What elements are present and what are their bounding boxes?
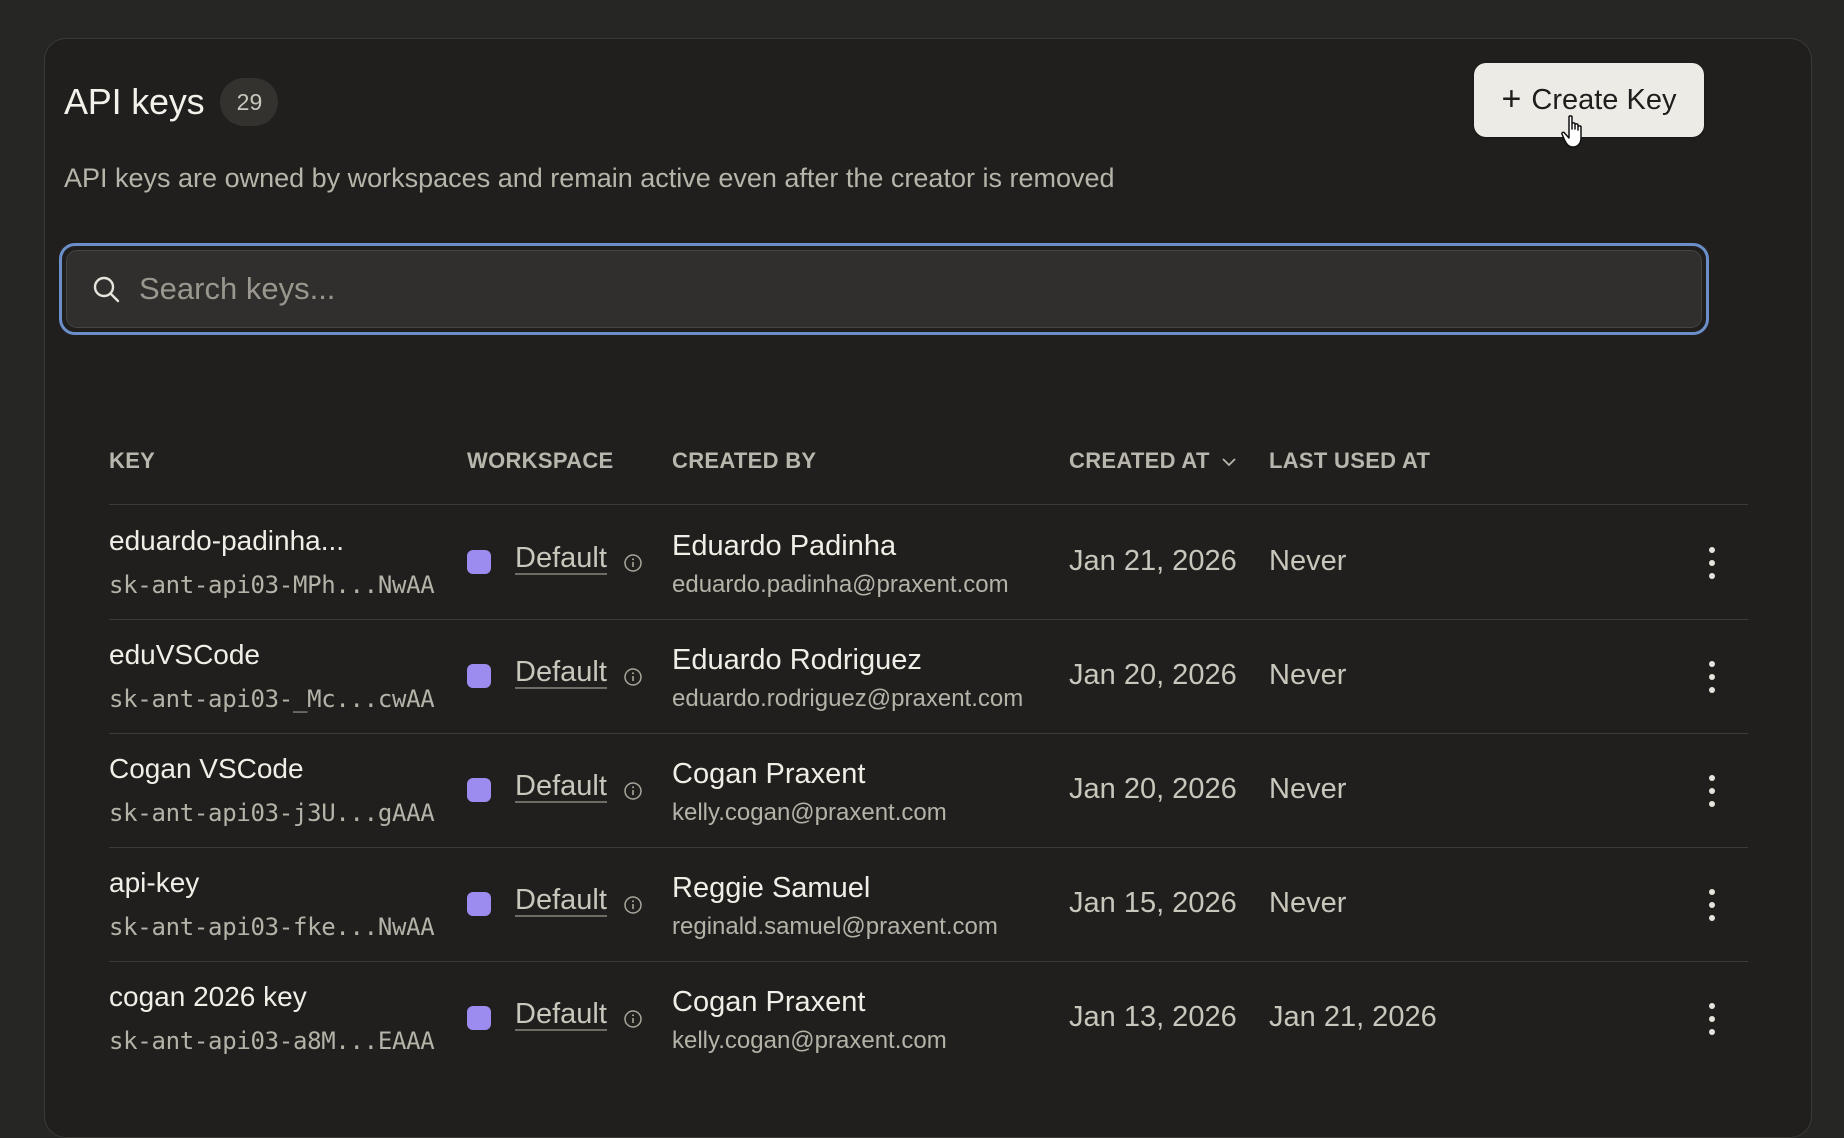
key-name: Cogan VSCode: [109, 753, 304, 784]
creator-name: Eduardo Padinha: [672, 530, 897, 562]
key-name: api-key: [109, 867, 200, 898]
info-icon[interactable]: [623, 781, 643, 801]
hand-cursor-icon: [1561, 115, 1582, 148]
key-name: cogan 2026 key: [109, 981, 307, 1012]
table-row[interactable]: cogan 2026 key sk-ant-api03-a8M...EAAA D…: [0, 961, 1844, 1075]
column-header-created-by[interactable]: CREATED BY: [672, 448, 816, 474]
page-subtitle: API keys are owned by workspaces and rem…: [64, 163, 1115, 193]
create-key-label: Create Key: [1531, 83, 1677, 116]
search-field[interactable]: Search keys...: [59, 243, 1709, 335]
creator-email: reginald.samuel@praxent.com: [672, 913, 998, 940]
more-options-icon[interactable]: [1699, 887, 1725, 923]
created-at: Jan 20, 2026: [1069, 659, 1237, 691]
info-icon[interactable]: [623, 553, 643, 573]
last-used-at: Never: [1269, 545, 1347, 577]
search-input[interactable]: Search keys...: [139, 271, 335, 307]
column-header-key[interactable]: KEY: [109, 448, 155, 474]
workspace-color-icon: [467, 892, 491, 916]
key-id: sk-ant-api03-_Mc...cwAA: [109, 685, 435, 713]
info-icon[interactable]: [623, 1009, 643, 1029]
key-id: sk-ant-api03-a8M...EAAA: [109, 1027, 435, 1055]
last-used-at: Never: [1269, 773, 1347, 805]
workspace-link[interactable]: Default: [515, 543, 607, 575]
workspace-color-icon: [467, 550, 491, 574]
info-icon[interactable]: [623, 667, 643, 687]
more-options-icon[interactable]: [1699, 545, 1725, 581]
table-row[interactable]: api-key sk-ant-api03-fke...NwAA Default …: [0, 847, 1844, 961]
creator-name: Cogan Praxent: [672, 758, 866, 790]
workspace-link[interactable]: Default: [515, 657, 607, 689]
key-id: sk-ant-api03-MPh...NwAA: [109, 571, 435, 599]
created-at: Jan 21, 2026: [1069, 545, 1237, 577]
last-used-at: Jan 21, 2026: [1269, 1001, 1437, 1033]
creator-email: kelly.cogan@praxent.com: [672, 1027, 947, 1054]
info-icon[interactable]: [623, 895, 643, 915]
creator-name: Eduardo Rodriguez: [672, 644, 922, 676]
workspace-color-icon: [467, 778, 491, 802]
creator-email: eduardo.padinha@praxent.com: [672, 571, 1009, 598]
creator-email: kelly.cogan@praxent.com: [672, 799, 947, 826]
last-used-at: Never: [1269, 887, 1347, 919]
workspace-link[interactable]: Default: [515, 771, 607, 803]
creator-email: eduardo.rodriguez@praxent.com: [672, 685, 1024, 712]
more-options-icon[interactable]: [1699, 773, 1725, 809]
chevron-down-icon: [1222, 458, 1236, 467]
creator-name: Cogan Praxent: [672, 986, 866, 1018]
table-row[interactable]: eduardo-padinha... sk-ant-api03-MPh...Nw…: [0, 505, 1844, 619]
search-icon: [93, 276, 120, 303]
table-row[interactable]: eduVSCode sk-ant-api03-_Mc...cwAA Defaul…: [0, 619, 1844, 733]
page-title: API keys: [64, 81, 205, 122]
column-header-workspace[interactable]: WORKSPACE: [467, 448, 614, 474]
workspace-color-icon: [467, 1006, 491, 1030]
key-id: sk-ant-api03-j3U...gAAA: [109, 799, 435, 827]
creator-name: Reggie Samuel: [672, 872, 871, 904]
key-name: eduVSCode: [109, 639, 261, 670]
workspace-link[interactable]: Default: [515, 999, 607, 1031]
key-name: eduardo-padinha...: [109, 525, 345, 556]
workspace-color-icon: [467, 664, 491, 688]
column-header-created-at[interactable]: CREATED AT: [1069, 448, 1238, 474]
last-used-at: Never: [1269, 659, 1347, 691]
key-count-badge: 29: [220, 78, 279, 126]
plus-icon: +: [1501, 80, 1522, 118]
created-at: Jan 13, 2026: [1069, 1001, 1237, 1033]
created-at: Jan 20, 2026: [1069, 773, 1237, 805]
created-at: Jan 15, 2026: [1069, 887, 1237, 919]
more-options-icon[interactable]: [1699, 659, 1725, 695]
workspace-link[interactable]: Default: [515, 885, 607, 917]
more-options-icon[interactable]: [1699, 1001, 1725, 1037]
page-header: API keys 29: [64, 78, 279, 126]
column-header-created-at-label: CREATED AT: [1069, 448, 1210, 473]
column-header-last-used-at[interactable]: LAST USED AT: [1269, 448, 1430, 474]
key-id: sk-ant-api03-fke...NwAA: [109, 913, 435, 941]
table-row[interactable]: Cogan VSCode sk-ant-api03-j3U...gAAA Def…: [0, 733, 1844, 847]
